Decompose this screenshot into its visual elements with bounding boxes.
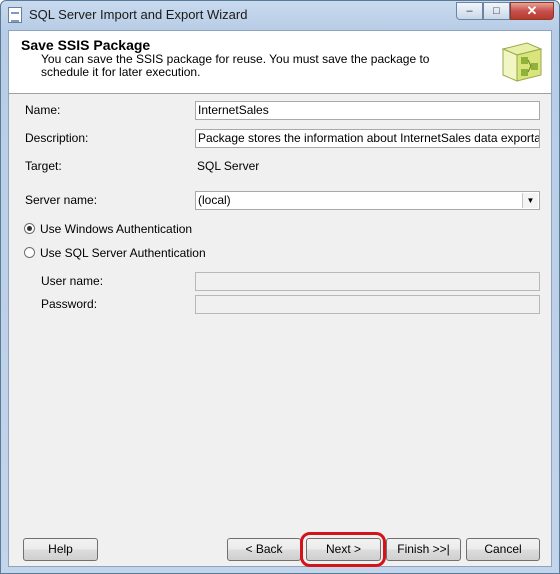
description-input[interactable]: Package stores the information about Int… xyxy=(195,129,540,148)
sql-auth-radio[interactable] xyxy=(24,247,35,258)
chevron-down-icon[interactable]: ▼ xyxy=(522,193,538,208)
next-button-highlight xyxy=(300,532,386,567)
name-input[interactable]: InternetSales xyxy=(195,101,540,120)
back-button[interactable]: < Back xyxy=(227,538,301,561)
minimize-button[interactable]: – xyxy=(456,2,483,20)
maximize-button[interactable]: □ xyxy=(483,2,510,20)
password-input[interactable] xyxy=(195,295,540,314)
sql-auth-label[interactable]: Use SQL Server Authentication xyxy=(40,246,206,260)
server-name-label: Server name: xyxy=(25,193,98,207)
minimize-icon: – xyxy=(466,5,473,17)
wizard-window: SQL Server Import and Export Wizard – □ … xyxy=(0,0,560,574)
server-name-combobox[interactable]: (local) ▼ xyxy=(195,191,540,210)
wizard-header: Save SSIS Package You can save the SSIS … xyxy=(9,31,551,94)
close-button[interactable]: ✕ xyxy=(510,2,554,20)
wizard-content: Save SSIS Package You can save the SSIS … xyxy=(8,30,552,567)
target-value: SQL Server xyxy=(197,159,260,173)
windows-auth-label[interactable]: Use Windows Authentication xyxy=(40,222,192,236)
server-name-value: (local) xyxy=(198,193,231,207)
username-label: User name: xyxy=(41,274,104,288)
package-wizard-icon xyxy=(501,42,543,82)
finish-button[interactable]: Finish >>| xyxy=(386,538,461,561)
password-label: Password: xyxy=(41,297,98,311)
name-label: Name: xyxy=(25,103,61,117)
cancel-button[interactable]: Cancel xyxy=(466,538,540,561)
close-icon: ✕ xyxy=(526,3,538,18)
target-label: Target: xyxy=(25,159,62,173)
app-icon xyxy=(8,7,22,23)
window-title: SQL Server Import and Export Wizard xyxy=(29,7,248,22)
windows-auth-radio[interactable] xyxy=(24,223,35,234)
page-title: Save SSIS Package xyxy=(21,37,151,53)
title-bar: SQL Server Import and Export Wizard – □ … xyxy=(1,1,559,29)
username-input[interactable] xyxy=(195,272,540,291)
help-button[interactable]: Help xyxy=(23,538,98,561)
description-label: Description: xyxy=(25,131,89,145)
page-description: You can save the SSIS package for reuse.… xyxy=(41,52,430,79)
maximize-icon: □ xyxy=(493,5,500,17)
